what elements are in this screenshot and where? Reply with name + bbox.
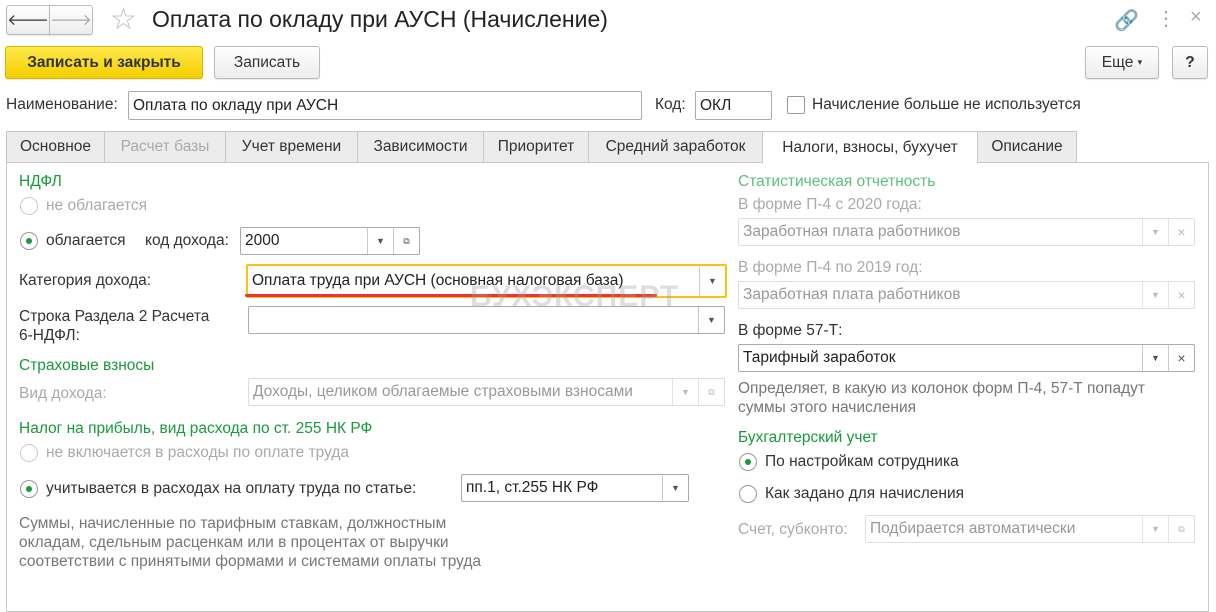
accounting-title: Бухгалтерский учет	[738, 429, 878, 446]
more-vert-icon[interactable]: ⋮	[1156, 6, 1176, 31]
category-label: Категория дохода:	[19, 272, 152, 289]
included-label: учитывается в расходах на оплату труда п…	[46, 480, 417, 497]
help-button[interactable]: ?	[1172, 46, 1208, 79]
dropdown-icon[interactable]: ▼	[1142, 345, 1168, 371]
ndfl-taxed-radio[interactable]	[20, 232, 38, 250]
save-close-button[interactable]: Записать и закрыть	[5, 46, 203, 79]
income-kind-input[interactable]: Доходы, целиком облагаемые страховыми вз…	[248, 378, 725, 406]
account-value: Подбирается автоматически	[870, 520, 1076, 537]
article-value: пп.1, ст.255 НК РФ	[466, 479, 599, 496]
not-included-label: не включается в расходы по оплате труда	[46, 444, 350, 461]
save-button[interactable]: Записать	[214, 46, 320, 79]
p4-2020-label: В форме П-4 с 2020 года:	[738, 196, 922, 213]
red-underline	[245, 294, 657, 297]
tab-dependencies[interactable]: Зависимости	[357, 131, 484, 163]
profit-note-1: Суммы, начисленные по тарифным ставкам, …	[19, 515, 447, 532]
category-value: Оплата труда при АУСН (основная налогова…	[252, 272, 624, 289]
ndfl-taxed-label: облагается	[46, 232, 126, 249]
clear-icon[interactable]: ×	[1168, 345, 1194, 371]
tab-priority[interactable]: Приоритет	[483, 131, 589, 163]
p4-2020-value: Заработная плата работников	[743, 223, 961, 240]
forward-button[interactable]: 🡒	[49, 5, 93, 35]
open-icon[interactable]: ⧉	[1168, 516, 1194, 542]
profit-note-3: соответствии с принятыми формами и систе…	[19, 553, 482, 570]
category-input[interactable]: Оплата труда при АУСН (основная налогова…	[246, 264, 727, 298]
ndfl-not-taxed-radio[interactable]	[20, 197, 38, 215]
included-radio[interactable]	[20, 480, 38, 498]
chevron-down-icon: ▾	[1137, 57, 1143, 67]
open-icon[interactable]: ⧉	[698, 379, 724, 405]
income-code-input[interactable]: 2000 ▼ ⧉	[240, 227, 420, 255]
code-label: Код:	[655, 96, 686, 113]
dropdown-icon[interactable]: ▼	[662, 475, 688, 501]
p4-2019-label: В форме П-4 по 2019 год:	[738, 259, 923, 276]
dropdown-icon[interactable]: ▼	[1142, 219, 1168, 245]
insurance-title: Страховые взносы	[19, 357, 155, 374]
row-6ndfl-label-1: Строка Раздела 2 Расчета	[19, 308, 210, 325]
link-icon[interactable]: 🔗	[1114, 8, 1139, 33]
tab-average[interactable]: Средний заработок	[588, 131, 763, 163]
account-input[interactable]: Подбирается автоматически ▼ ⧉	[865, 515, 1195, 543]
ndfl-not-taxed-label: не облагается	[46, 197, 148, 214]
profit-title: Налог на прибыль, вид расхода по ст. 255…	[19, 420, 373, 437]
name-input[interactable]: Оплата по окладу при АУСН	[128, 91, 642, 120]
page-title: Оплата по окладу при АУСН (Начисление)	[152, 6, 608, 32]
income-code-label: код дохода:	[145, 232, 229, 249]
unused-label: Начисление больше не используется	[812, 96, 1081, 113]
row-6ndfl-input[interactable]: ▼	[248, 306, 725, 334]
ndfl-title: НДФЛ	[19, 173, 62, 190]
as-set-label: Как задано для начисления	[765, 485, 965, 502]
f57-label: В форме 57-Т:	[738, 322, 843, 339]
by-employee-radio[interactable]	[739, 453, 757, 471]
dropdown-icon[interactable]: ▼	[1142, 282, 1168, 308]
close-icon[interactable]: ×	[1190, 6, 1202, 29]
f57-input[interactable]: Тарифный заработок ▼ ×	[738, 344, 1195, 372]
not-included-radio[interactable]	[20, 444, 38, 462]
more-button[interactable]: Еще ▾	[1085, 46, 1159, 79]
as-set-radio[interactable]	[739, 485, 757, 503]
p4-2019-input[interactable]: Заработная плата работников ▼ ×	[738, 281, 1195, 309]
clear-icon[interactable]: ×	[1168, 219, 1194, 245]
f57-value: Тарифный заработок	[743, 349, 896, 366]
open-icon[interactable]: ⧉	[393, 228, 419, 254]
more-label: Еще	[1101, 53, 1134, 71]
favorite-star-icon[interactable]: ☆	[110, 2, 137, 37]
dropdown-icon[interactable]: ▼	[672, 379, 698, 405]
tab-taxes[interactable]: Налоги, взносы, бухучет	[762, 131, 978, 164]
name-label: Наименование:	[6, 96, 118, 113]
p4-2020-input[interactable]: Заработная плата работников ▼ ×	[738, 218, 1195, 246]
by-employee-label: По настройкам сотрудника	[765, 453, 959, 470]
tab-base[interactable]: Расчет базы	[104, 131, 226, 163]
p4-2019-value: Заработная плата работников	[743, 286, 961, 303]
stats-title: Статистическая отчетность	[738, 173, 936, 190]
code-input[interactable]: ОКЛ	[695, 91, 772, 120]
unused-checkbox[interactable]	[787, 96, 805, 114]
income-code-value: 2000	[245, 232, 280, 249]
row-6ndfl-label-2: 6-НДФЛ:	[19, 327, 80, 344]
income-kind-value: Доходы, целиком облагаемые страховыми вз…	[253, 383, 633, 400]
stats-note-1: Определяет, в какую из колонок форм П-4,…	[738, 380, 1145, 397]
dropdown-icon[interactable]: ▼	[1142, 516, 1168, 542]
tab-description[interactable]: Описание	[977, 131, 1077, 163]
profit-note-2: окладам, сдельным расценкам или в процен…	[19, 534, 449, 551]
back-button[interactable]: 🡐	[6, 5, 50, 35]
tab-main[interactable]: Основное	[6, 131, 105, 163]
account-label: Счет, субконто:	[738, 521, 848, 538]
dropdown-icon[interactable]: ▼	[367, 228, 393, 254]
clear-icon[interactable]: ×	[1168, 282, 1194, 308]
tab-time[interactable]: Учет времени	[225, 131, 358, 163]
stats-note-2: суммы этого начисления	[738, 399, 917, 416]
article-input[interactable]: пп.1, ст.255 НК РФ ▼	[461, 474, 689, 502]
income-kind-label: Вид дохода:	[19, 385, 107, 402]
dropdown-icon[interactable]: ▼	[698, 307, 724, 333]
dropdown-icon[interactable]: ▼	[699, 266, 725, 296]
